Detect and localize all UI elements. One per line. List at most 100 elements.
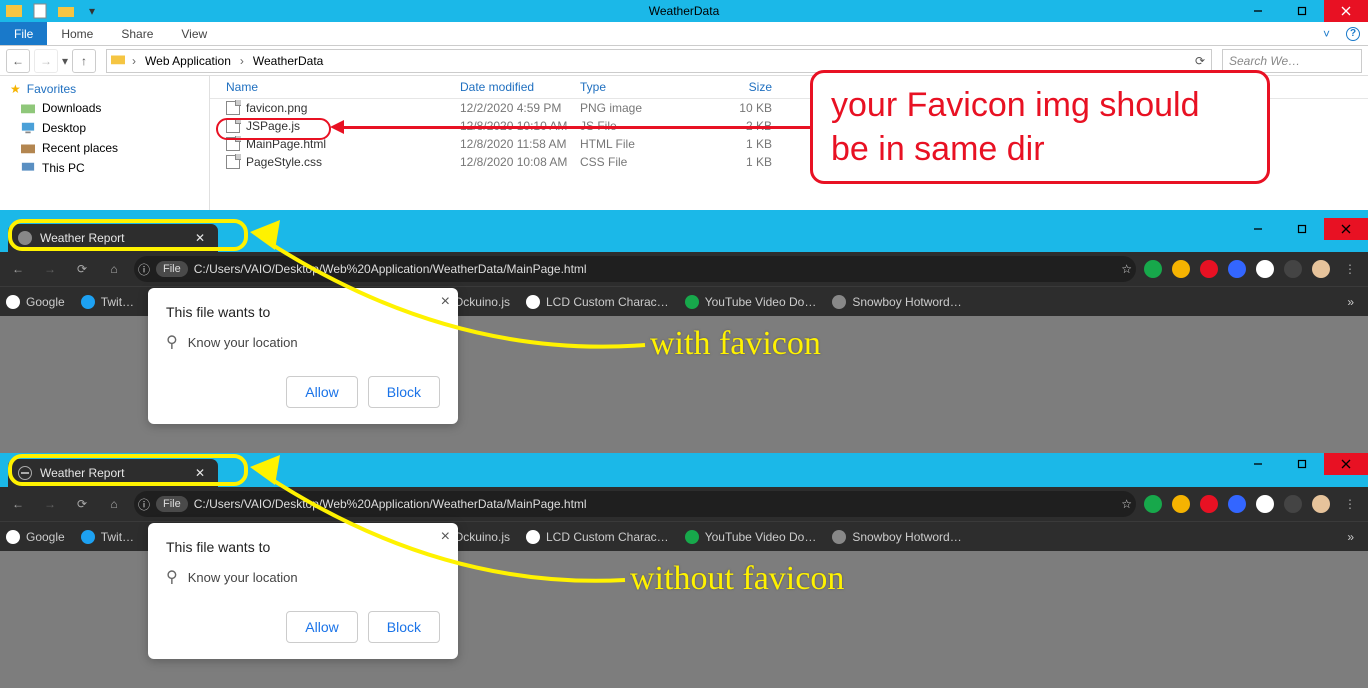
browser-minimize-button[interactable]	[1236, 453, 1280, 475]
sidebar-item-downloads[interactable]: Downloads	[0, 98, 209, 118]
bookmark-favicon-icon	[685, 530, 699, 544]
up-button[interactable]: ↑	[72, 49, 96, 73]
bookmark-favicon-icon	[6, 530, 20, 544]
help-button[interactable]: ?	[1338, 22, 1368, 45]
forward-button[interactable]: →	[34, 49, 58, 73]
extension-icon[interactable]	[1284, 495, 1302, 513]
browser-minimize-button[interactable]	[1236, 218, 1280, 240]
col-date[interactable]: Date modified	[460, 80, 580, 94]
folder-icon	[111, 52, 125, 69]
chevron-right-icon[interactable]: ›	[129, 54, 139, 68]
bookmark-item[interactable]: YouTube Video Do…	[685, 295, 817, 309]
breadcrumb-segment[interactable]: Web Application	[143, 54, 233, 68]
annotation-tab-highlight	[8, 454, 248, 486]
browser-close-button[interactable]	[1324, 218, 1368, 240]
browser-forward-button[interactable]: →	[38, 257, 62, 281]
bookmark-item[interactable]: Google	[6, 295, 65, 309]
sidebar-favorites[interactable]: ★Favorites	[0, 80, 209, 98]
refresh-icon[interactable]: ⟳	[1189, 54, 1211, 68]
block-button[interactable]: Block	[368, 611, 440, 643]
bookmark-label: Twit…	[101, 295, 134, 309]
bookmark-item[interactable]: Snowboy Hotword…	[832, 530, 961, 544]
omnibox[interactable]: ⓘ File C:/Users/VAIO/Desktop/Web%20Appli…	[134, 491, 1136, 517]
browser-reload-button[interactable]: ⟳	[70, 257, 94, 281]
history-dropdown-icon[interactable]: ▾	[62, 54, 68, 68]
bookmark-item[interactable]: Twit…	[81, 295, 134, 309]
back-button[interactable]: ←	[6, 49, 30, 73]
star-bookmark-icon[interactable]: ☆	[1121, 262, 1132, 276]
sidebar-item-thispc[interactable]: This PC	[0, 158, 209, 178]
browser-menu-button[interactable]: ⋮	[1338, 257, 1362, 281]
permission-dialog: × This file wants to ⚲ Know your locatio…	[148, 288, 458, 424]
bookmark-favicon-icon	[81, 295, 95, 309]
close-button[interactable]	[1324, 0, 1368, 22]
sidebar-item-recent[interactable]: Recent places	[0, 138, 209, 158]
dialog-close-button[interactable]: ×	[441, 529, 450, 545]
extension-icon[interactable]	[1200, 495, 1218, 513]
minimize-button[interactable]	[1236, 0, 1280, 22]
col-type[interactable]: Type	[580, 80, 700, 94]
star-bookmark-icon[interactable]: ☆	[1121, 497, 1132, 511]
dialog-close-button[interactable]: ×	[441, 294, 450, 310]
folder-qat-icon[interactable]	[58, 3, 74, 19]
browser-menu-button[interactable]: ⋮	[1338, 492, 1362, 516]
bookmark-item[interactable]: LCD Custom Charac…	[526, 530, 669, 544]
qat-dropdown-icon[interactable]: ▾	[84, 3, 100, 19]
bookmarks-overflow-button[interactable]: »	[1347, 530, 1362, 544]
browser-maximize-button[interactable]	[1280, 453, 1324, 475]
bookmark-item[interactable]: LCD Custom Charac…	[526, 295, 669, 309]
extension-icon[interactable]	[1312, 495, 1330, 513]
ribbon-collapse-button[interactable]: ˅	[1315, 22, 1338, 45]
col-size[interactable]: Size	[700, 80, 780, 94]
tab-share[interactable]: Share	[107, 22, 167, 45]
bookmark-favicon-icon	[832, 295, 846, 309]
maximize-button[interactable]	[1280, 0, 1324, 22]
extension-icon[interactable]	[1172, 260, 1190, 278]
allow-button[interactable]: Allow	[286, 611, 357, 643]
permission-item: ⚲ Know your location	[166, 332, 440, 352]
omnibox[interactable]: ⓘ File C:/Users/VAIO/Desktop/Web%20Appli…	[134, 256, 1136, 282]
extension-icon[interactable]	[1256, 495, 1274, 513]
extension-icon[interactable]	[1312, 260, 1330, 278]
tab-file[interactable]: File	[0, 22, 47, 45]
sidebar-item-desktop[interactable]: Desktop	[0, 118, 209, 138]
allow-button[interactable]: Allow	[286, 376, 357, 408]
dialog-title: This file wants to	[166, 539, 440, 555]
browser-forward-button[interactable]: →	[38, 492, 62, 516]
browser-back-button[interactable]: ←	[6, 492, 30, 516]
tab-view[interactable]: View	[167, 22, 221, 45]
browser-home-button[interactable]: ⌂	[102, 257, 126, 281]
tab-home[interactable]: Home	[47, 22, 107, 45]
browser-reload-button[interactable]: ⟳	[70, 492, 94, 516]
extension-icon[interactable]	[1228, 495, 1246, 513]
site-info-icon[interactable]: ⓘ	[138, 261, 150, 278]
bookmark-favicon-icon	[81, 530, 95, 544]
site-info-icon[interactable]: ⓘ	[138, 496, 150, 513]
breadcrumb-segment[interactable]: WeatherData	[251, 54, 325, 68]
browser-back-button[interactable]: ←	[6, 257, 30, 281]
browser-close-button[interactable]	[1324, 453, 1368, 475]
bookmark-item[interactable]: YouTube Video Do…	[685, 530, 817, 544]
col-name[interactable]: Name	[210, 80, 460, 94]
block-button[interactable]: Block	[368, 376, 440, 408]
bookmark-item[interactable]: Google	[6, 530, 65, 544]
extension-icon[interactable]	[1172, 495, 1190, 513]
browser-maximize-button[interactable]	[1280, 218, 1324, 240]
extension-icon[interactable]	[1200, 260, 1218, 278]
address-bar[interactable]: › Web Application › WeatherData ⟳	[106, 49, 1212, 73]
extension-icon[interactable]	[1144, 495, 1162, 513]
search-input[interactable]: Search We…	[1222, 49, 1362, 73]
annotation-arrow	[340, 126, 810, 129]
bookmarks-overflow-button[interactable]: »	[1347, 295, 1362, 309]
new-doc-icon[interactable]	[32, 3, 48, 19]
extension-icon[interactable]	[1144, 260, 1162, 278]
bookmark-favicon-icon	[526, 295, 540, 309]
bookmark-item[interactable]: Snowboy Hotword…	[832, 295, 961, 309]
extension-icon[interactable]	[1256, 260, 1274, 278]
extension-icon[interactable]	[1228, 260, 1246, 278]
extension-icon[interactable]	[1284, 260, 1302, 278]
bookmark-item[interactable]: Twit…	[81, 530, 134, 544]
browser-home-button[interactable]: ⌂	[102, 492, 126, 516]
chevron-right-icon[interactable]: ›	[237, 54, 247, 68]
bookmark-favicon-icon	[832, 530, 846, 544]
